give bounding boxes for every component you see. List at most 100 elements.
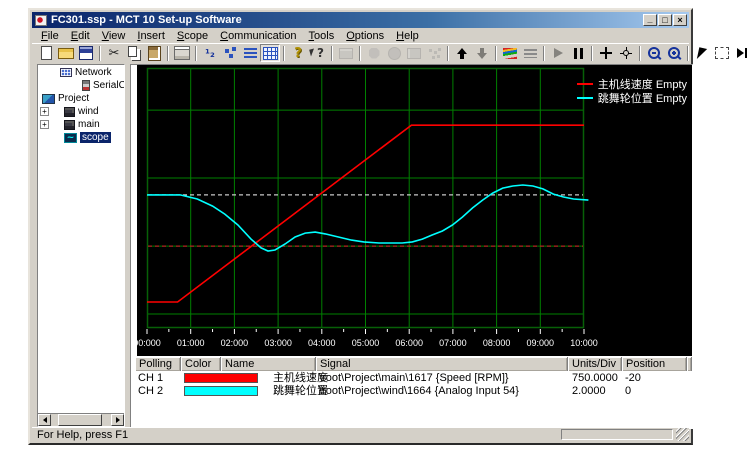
zoom-in-button[interactable] xyxy=(664,44,684,62)
parameters-icon xyxy=(201,45,219,61)
select-cursor-button[interactable] xyxy=(692,44,712,62)
open-button[interactable] xyxy=(56,44,76,62)
table-row-ch1[interactable]: CH 1 主机线速度 \root\Project\main\1617 {Spee… xyxy=(135,372,691,385)
scope-curves-button[interactable] xyxy=(500,44,520,62)
scroll-left-button[interactable] xyxy=(38,414,51,426)
paste-icon xyxy=(145,45,163,61)
new-button[interactable] xyxy=(36,44,56,62)
toolbar-separator xyxy=(283,46,285,61)
stop-icon xyxy=(365,45,383,61)
menu-communication[interactable]: Communication xyxy=(214,29,302,43)
network-icon xyxy=(60,68,72,77)
header-name[interactable]: Name xyxy=(221,357,316,371)
scroll-right-button[interactable] xyxy=(111,414,124,426)
cell-units-div: 750.0000 xyxy=(572,372,618,385)
cell-signal: \root\Project\main\1617 {Speed [RPM]} xyxy=(319,372,509,385)
maximize-icon: □ xyxy=(662,16,667,25)
help-button[interactable] xyxy=(288,44,308,62)
tree-item-main[interactable]: main xyxy=(38,118,124,131)
track-cursor-button[interactable] xyxy=(616,44,636,62)
crosshair-icon xyxy=(597,45,615,61)
x-tick-label: 03:000 xyxy=(264,338,292,348)
marquee-button[interactable] xyxy=(712,44,732,62)
menu-insert[interactable]: Insert xyxy=(131,29,171,43)
minimize-button[interactable]: _ xyxy=(643,14,657,26)
header-position[interactable]: Position xyxy=(622,357,687,371)
save-button[interactable] xyxy=(76,44,96,62)
cell-units-div: 2.0000 xyxy=(572,385,606,398)
table-row-ch2[interactable]: CH 2 跳舞轮位置 \root\Project\wind\1664 {Anal… xyxy=(135,385,691,398)
write-drive-icon xyxy=(405,45,423,61)
help-icon xyxy=(289,45,307,61)
record-icon xyxy=(385,45,403,61)
copy-button[interactable] xyxy=(124,44,144,62)
grid-view-icon xyxy=(261,45,279,61)
read-drive-button xyxy=(424,44,444,62)
expand-icon[interactable] xyxy=(40,107,49,116)
track-cursor-icon xyxy=(617,45,635,61)
menu-edit[interactable]: Edit xyxy=(65,29,96,43)
menu-tools[interactable]: Tools xyxy=(303,29,341,43)
print-button[interactable] xyxy=(172,44,192,62)
maximize-button[interactable]: □ xyxy=(658,14,672,26)
x-tick-label: 00:000 xyxy=(133,338,161,348)
parameters-button[interactable] xyxy=(200,44,220,62)
menu-help[interactable]: Help xyxy=(390,29,425,43)
header-units-div[interactable]: Units/Div xyxy=(568,357,622,371)
play-icon xyxy=(549,45,567,61)
project-tree-panel: Network SerialCom Project wind main xyxy=(37,64,125,427)
project-tree: Network SerialCom Project wind main xyxy=(38,66,124,413)
tree-item-label: Network xyxy=(75,67,112,78)
menu-file[interactable]: File xyxy=(35,29,65,43)
window-title: FC301.ssp - MCT 10 Set-up Software xyxy=(51,14,642,26)
crosshair-button[interactable] xyxy=(596,44,616,62)
legend-line-ch2 xyxy=(577,97,593,99)
toolbar-separator xyxy=(447,46,449,61)
scope-chart-canvas[interactable]: 00:00001:00002:00003:00004:00005:00006:0… xyxy=(147,68,592,356)
tree-item-project[interactable]: Project xyxy=(38,92,124,105)
menu-options[interactable]: Options xyxy=(340,29,390,43)
move-down-icon xyxy=(473,45,491,61)
paste-button[interactable] xyxy=(144,44,164,62)
expand-icon[interactable] xyxy=(40,120,49,129)
zoom-in-icon xyxy=(665,45,683,61)
zoom-out-button[interactable] xyxy=(644,44,664,62)
header-color[interactable]: Color xyxy=(181,357,221,371)
go-to-end-button[interactable] xyxy=(732,44,751,62)
header-signal[interactable]: Signal xyxy=(316,357,568,371)
cut-button[interactable] xyxy=(104,44,124,62)
list-view-button[interactable] xyxy=(240,44,260,62)
drive-icon xyxy=(64,107,75,117)
pause-button[interactable] xyxy=(568,44,588,62)
context-help-icon xyxy=(309,45,327,61)
scope-view[interactable]: 00:00001:00002:00003:00004:00005:00006:0… xyxy=(137,65,693,356)
toolbar-separator xyxy=(167,46,169,61)
tree-item-wind[interactable]: wind xyxy=(38,105,124,118)
scope-lines-button[interactable] xyxy=(520,44,540,62)
toolbar-separator xyxy=(687,46,689,61)
tree-item-label: scope xyxy=(80,132,111,143)
serial-com-icon xyxy=(82,80,90,91)
network-nodes-button[interactable] xyxy=(220,44,240,62)
tree-item-network[interactable]: Network xyxy=(38,66,124,79)
grid-view-button[interactable] xyxy=(260,44,280,62)
context-help-button[interactable] xyxy=(308,44,328,62)
titlebar[interactable]: FC301.ssp - MCT 10 Set-up Software _ □ × xyxy=(32,12,689,28)
x-tick-label: 09:000 xyxy=(527,338,555,348)
x-tick-label: 10:000 xyxy=(570,338,598,348)
toolbar-separator xyxy=(639,46,641,61)
close-button[interactable]: × xyxy=(673,14,687,26)
move-up-button[interactable] xyxy=(452,44,472,62)
tree-horizontal-scrollbar[interactable] xyxy=(38,413,124,426)
close-icon: × xyxy=(677,16,682,25)
tree-item-scope[interactable]: scope xyxy=(38,131,124,144)
header-polling[interactable]: Polling xyxy=(135,357,181,371)
status-bar: For Help, press F1 xyxy=(32,427,689,441)
resize-grip[interactable] xyxy=(676,428,689,441)
tree-item-serialcom[interactable]: SerialCom xyxy=(38,79,124,92)
menu-scope[interactable]: Scope xyxy=(171,29,214,43)
zoom-out-icon xyxy=(645,45,663,61)
menu-view[interactable]: View xyxy=(96,29,132,43)
x-tick-label: 05:000 xyxy=(352,338,380,348)
scrollbar-thumb[interactable] xyxy=(58,414,102,426)
